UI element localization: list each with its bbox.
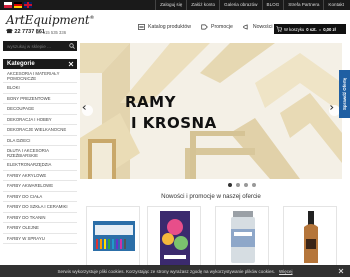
- contact-link[interactable]: Kontakt: [323, 0, 348, 10]
- category-item[interactable]: DLA DZIECI: [3, 136, 77, 146]
- offer-side-tab[interactable]: Sprawdź Ofertę: [339, 70, 350, 118]
- category-item[interactable]: FARBY AKWARELOWE: [3, 181, 77, 192]
- category-item[interactable]: AKCESORIA I MATERIAŁY POMOCNICZE: [3, 69, 77, 83]
- frames-illustration: [80, 43, 342, 179]
- category-item[interactable]: FARBY W SPRAYU: [3, 234, 77, 244]
- flag-de-icon[interactable]: [14, 2, 22, 8]
- category-item[interactable]: FARBY DO SZKŁA I CERAMIKI: [3, 202, 77, 213]
- tag-icon: [201, 24, 208, 30]
- categories-header[interactable]: Kategorie: [3, 59, 77, 69]
- cart-label: W koszyku: [284, 26, 305, 32]
- partner-zone-link[interactable]: Strefa Partnera: [283, 0, 323, 10]
- top-nav: Zaloguj się Załóż konto Galeria obrazów …: [155, 0, 348, 10]
- megaphone-icon: [243, 24, 248, 30]
- product-card[interactable]: [283, 206, 337, 266]
- category-item[interactable]: DEKORACJA I HOBBY: [3, 115, 77, 125]
- cookie-text: Serwis wykorzystuje pliki cookies. Korzy…: [57, 268, 276, 274]
- catalog-link[interactable]: Katalog produktów: [138, 24, 191, 30]
- carousel-dots: [228, 183, 256, 187]
- login-link[interactable]: Zaloguj się: [155, 0, 186, 10]
- category-item[interactable]: FARBY DO CIAŁA: [3, 192, 77, 202]
- category-item[interactable]: FARBY DO TKANIN: [3, 213, 77, 223]
- category-item[interactable]: BONY PREZENTOWE: [3, 94, 77, 104]
- category-list: AKCESORIA I MATERIAŁY POMOCNICZE BLOKI B…: [3, 69, 77, 244]
- cart-count: 0 szt.: [306, 26, 317, 32]
- blog-link[interactable]: BLOG: [261, 0, 284, 10]
- gallery-link[interactable]: Galeria obrazów: [219, 0, 261, 10]
- search-input[interactable]: [3, 41, 67, 51]
- product-image-jar: [231, 211, 255, 263]
- site-logo[interactable]: ArtEquipment®: [6, 13, 95, 27]
- category-item[interactable]: FARBY AKRYLOWE: [3, 171, 77, 181]
- flag-pl-icon[interactable]: [4, 2, 12, 8]
- product-image-book: [160, 211, 190, 265]
- top-utility-bar: Zaloguj się Załóż konto Galeria obrazów …: [0, 0, 350, 10]
- header-menu: Katalog produktów Promocje Nowości: [138, 24, 273, 30]
- banner-headline: RAMY: [125, 93, 176, 111]
- cookie-more-link[interactable]: Więcej: [279, 269, 293, 274]
- category-item[interactable]: ELEKTRONARZĘDZIA: [3, 160, 77, 171]
- chevron-left-icon: [82, 105, 86, 110]
- search-bar: [3, 41, 77, 51]
- category-item[interactable]: DECOUPAGE: [3, 104, 77, 115]
- cookie-bar: Serwis wykorzystuje pliki cookies. Korzy…: [0, 265, 350, 277]
- hero-banner[interactable]: RAMY I KROSNA: [80, 43, 342, 179]
- flag-en-icon[interactable]: [24, 2, 32, 8]
- register-link[interactable]: Załóż konto: [186, 0, 219, 10]
- product-card[interactable]: [86, 206, 140, 266]
- category-item[interactable]: DEKORACJE WIELKANOCNE: [3, 125, 77, 136]
- close-icon[interactable]: [338, 268, 344, 274]
- banner-subheadline: I KROSNA: [131, 114, 217, 132]
- carousel-dot[interactable]: [252, 183, 256, 187]
- product-image-bottle: [304, 211, 318, 263]
- promotions-link[interactable]: Promocje: [201, 24, 233, 30]
- language-switcher: [4, 2, 32, 8]
- cart-icon: [276, 26, 282, 32]
- carousel-dot[interactable]: [236, 183, 240, 187]
- carousel-dot[interactable]: [244, 183, 248, 187]
- category-item[interactable]: BLOKI: [3, 83, 77, 94]
- catalog-icon: [138, 24, 145, 30]
- phone-alt: tel. 515 535 336: [36, 30, 67, 35]
- chevron-right-icon: [330, 105, 334, 110]
- product-card[interactable]: [215, 206, 269, 266]
- search-icon[interactable]: [67, 41, 77, 51]
- carousel-prev-button[interactable]: [82, 105, 93, 116]
- close-icon[interactable]: [68, 61, 74, 67]
- product-card[interactable]: [147, 206, 201, 266]
- category-item[interactable]: DŁUTA I AKCESORIA RZEŹBIARSKIE: [3, 146, 77, 160]
- phone-icon: ☎: [6, 29, 13, 35]
- cart-button[interactable]: W koszyku 0 szt. = 0,00 zł: [274, 24, 346, 34]
- cart-separator: =: [318, 26, 322, 32]
- product-image-markers: [93, 221, 135, 251]
- category-item[interactable]: FARBY OLEJNE: [3, 223, 77, 234]
- news-link[interactable]: Nowości: [243, 24, 273, 30]
- carousel-dot[interactable]: [228, 183, 232, 187]
- cart-total: 0,00 zł: [323, 26, 336, 32]
- news-section-title: Nowości i promocje w naszej ofercie: [161, 193, 261, 200]
